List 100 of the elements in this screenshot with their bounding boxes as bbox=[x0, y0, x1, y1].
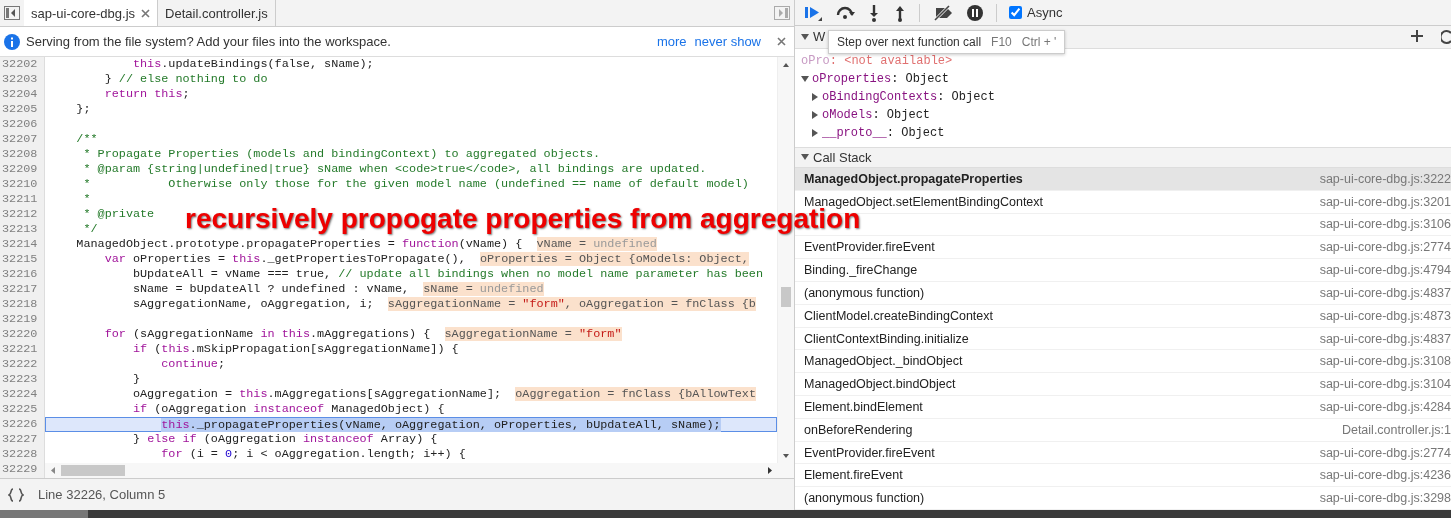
frame-location: sap-ui-core-dbg.js:4794 bbox=[1319, 263, 1451, 278]
frame-name: Binding._fireChange bbox=[804, 263, 918, 278]
frame-location: Detail.controller.js:1 bbox=[1341, 422, 1451, 437]
info-link[interactable]: never show bbox=[694, 34, 761, 49]
file-tab[interactable]: sap-ui-core-dbg.js bbox=[24, 0, 159, 26]
frame-location: sap-ui-core-dbg.js:4837 bbox=[1319, 331, 1451, 346]
info-link[interactable]: more bbox=[656, 34, 687, 49]
watch-name: __proto__ bbox=[822, 125, 887, 140]
shortcut-text: Ctrl + ' bbox=[1021, 35, 1057, 49]
code-line: for (sAggregationName in this.mAggregations) { sAggregationName = "form" bbox=[103, 327, 622, 342]
line-number: 32228 bbox=[1, 447, 39, 462]
checkbox-label[interactable]: Async bbox=[1027, 5, 1063, 21]
call-stack-frame[interactable]: ManagedObject.propagateProperties sap-ui-core-dbg.js:3222 bbox=[795, 167, 1451, 191]
line-number: 32208 bbox=[1, 147, 39, 162]
line-number: 32226 bbox=[1, 417, 39, 432]
deactivate-breakpoints-icon[interactable] bbox=[932, 4, 954, 21]
file-tab[interactable]: Detail.controller.js bbox=[158, 0, 276, 26]
code-line: continue; bbox=[160, 357, 225, 372]
code-line: oAggregation = this.mAggregations[sAggregationName]; oAggregation = fnClass {bAllowText bbox=[131, 387, 756, 402]
frame-name: ClientContextBinding.initialize bbox=[804, 331, 969, 346]
line-number: 32202 bbox=[1, 57, 39, 72]
frame-location: sap-ui-core-dbg.js:3104 bbox=[1319, 377, 1451, 392]
close-icon[interactable] bbox=[777, 37, 786, 46]
watch-value: : Object bbox=[886, 125, 945, 140]
code-line: if (oAggregation instanceof ManagedObject) { bbox=[131, 402, 445, 417]
sidebar-toggle-icon[interactable] bbox=[4, 6, 20, 20]
watch-name: oPro bbox=[801, 53, 830, 68]
code-line: this.updateBindings(false, sName); bbox=[131, 57, 374, 72]
add-icon[interactable] bbox=[1411, 29, 1423, 42]
line-number: 32223 bbox=[1, 372, 39, 387]
frame-name: onBeforeRendering bbox=[804, 422, 913, 437]
frame-name: Element.bindElement bbox=[804, 399, 923, 414]
code-line: return this; bbox=[103, 87, 190, 102]
frame-location: sap-ui-core-dbg.js:3106 bbox=[1319, 217, 1451, 232]
frame-location: sap-ui-core-dbg.js:2774 bbox=[1319, 240, 1451, 255]
tooltip-text: Step over next function call bbox=[837, 35, 982, 49]
line-number: 32207 bbox=[1, 132, 39, 147]
sidebar-toggle-icon[interactable] bbox=[774, 6, 790, 20]
frame-name: ManagedObject._bindObject bbox=[804, 354, 963, 369]
line-number: 32222 bbox=[1, 357, 39, 372]
frame-name: (anonymous function) bbox=[804, 491, 925, 506]
frame-location: sap-ui-core-dbg.js:4837 bbox=[1319, 285, 1451, 300]
section-title[interactable]: Call Stack bbox=[813, 149, 872, 165]
line-number: 32215 bbox=[1, 252, 39, 267]
scrollbar-thumb[interactable] bbox=[781, 287, 791, 307]
line-number: 32205 bbox=[1, 102, 39, 117]
code-line: } // else nothing to do bbox=[103, 72, 268, 87]
code-line: sAggregationName, oAggregation, i; sAggregationName = "form", oAggregation = fnClass {b bbox=[131, 297, 756, 312]
step-over-icon[interactable] bbox=[835, 4, 855, 21]
frame-location: sap-ui-core-dbg.js:4284 bbox=[1319, 399, 1451, 414]
frame-name: Element.fireEvent bbox=[804, 468, 903, 483]
line-number: 32214 bbox=[1, 237, 39, 252]
watch-name: oBindingContexts bbox=[822, 89, 938, 104]
pause-icon[interactable] bbox=[966, 3, 984, 22]
code-line: * @private bbox=[82, 207, 155, 222]
frame-name: EventProvider.fireEvent bbox=[804, 445, 935, 460]
frame-location: sap-ui-core-dbg.js:3298 bbox=[1319, 491, 1451, 506]
frame-location: sap-ui-core-dbg.js:3222 bbox=[1319, 171, 1451, 186]
watch-name: oProperties bbox=[812, 71, 892, 86]
line-number: 32209 bbox=[1, 162, 39, 177]
watch-value: : <not available> bbox=[829, 53, 953, 68]
refresh-icon[interactable] bbox=[1441, 29, 1451, 44]
line-number: 32204 bbox=[1, 87, 39, 102]
frame-name: EventProvider.fireEvent bbox=[804, 240, 935, 255]
code-line: sName = bUpdateAll ? undefined : vName, sName = undefined bbox=[131, 282, 544, 297]
async-checkbox[interactable] bbox=[1009, 6, 1022, 20]
frame-location: sap-ui-core-dbg.js:4873 bbox=[1319, 308, 1451, 323]
frame-location: sap-ui-core-dbg.js:4236 bbox=[1319, 468, 1451, 483]
line-number: 32211 bbox=[1, 192, 39, 207]
frame-name: ManagedObject.bindObject bbox=[804, 377, 956, 392]
code-line: } bbox=[131, 372, 141, 387]
code-line: /** bbox=[75, 132, 98, 147]
line-number: 32224 bbox=[1, 387, 39, 402]
info-message: Serving from the file system? Add your files into the workspace. bbox=[26, 34, 391, 49]
scrollbar-thumb[interactable] bbox=[61, 465, 125, 476]
close-icon[interactable] bbox=[141, 8, 151, 18]
line-number: 32206 bbox=[1, 117, 39, 132]
line-number: 32210 bbox=[1, 177, 39, 192]
code-line: for (i = 0; i < oAggregation.length; i++) { bbox=[160, 447, 466, 462]
frame-name: (anonymous function) bbox=[804, 285, 925, 300]
code-line: ManagedObject.prototype.propagateProperties = function(vName) { vName = undefined bbox=[75, 237, 657, 252]
code-line: */ bbox=[82, 222, 98, 237]
code-line: }; bbox=[75, 102, 91, 117]
line-number: 32213 bbox=[1, 222, 39, 237]
line-number: 32225 bbox=[1, 402, 39, 417]
section-title[interactable]: W bbox=[813, 29, 826, 45]
collapse-triangle-icon[interactable] bbox=[801, 153, 809, 162]
line-number: 32216 bbox=[1, 267, 39, 282]
frame-location: sap-ui-core-dbg.js:3201 bbox=[1319, 194, 1451, 209]
code-line: * Propagate Properties (models and bindingContext) to aggregated objects. bbox=[82, 147, 601, 162]
frame-name: ClientModel.createBindingContext bbox=[804, 308, 993, 323]
line-number: 32221 bbox=[1, 342, 39, 357]
code-line: * bbox=[82, 192, 91, 207]
collapse-triangle-icon[interactable] bbox=[801, 74, 809, 83]
code-line: bUpdateAll = vName === true, // update all bindings when no model name parameter has been bbox=[131, 267, 764, 282]
frame-location: sap-ui-core-dbg.js:2774 bbox=[1319, 445, 1451, 460]
pretty-print-icon[interactable] bbox=[8, 487, 24, 502]
frame-location: sap-ui-core-dbg.js:3108 bbox=[1319, 354, 1451, 369]
collapse-triangle-icon[interactable] bbox=[801, 32, 809, 41]
code-line: * @param {string|undefined|true} sName when <code>true</code>, all bindings are updated. bbox=[82, 162, 707, 177]
